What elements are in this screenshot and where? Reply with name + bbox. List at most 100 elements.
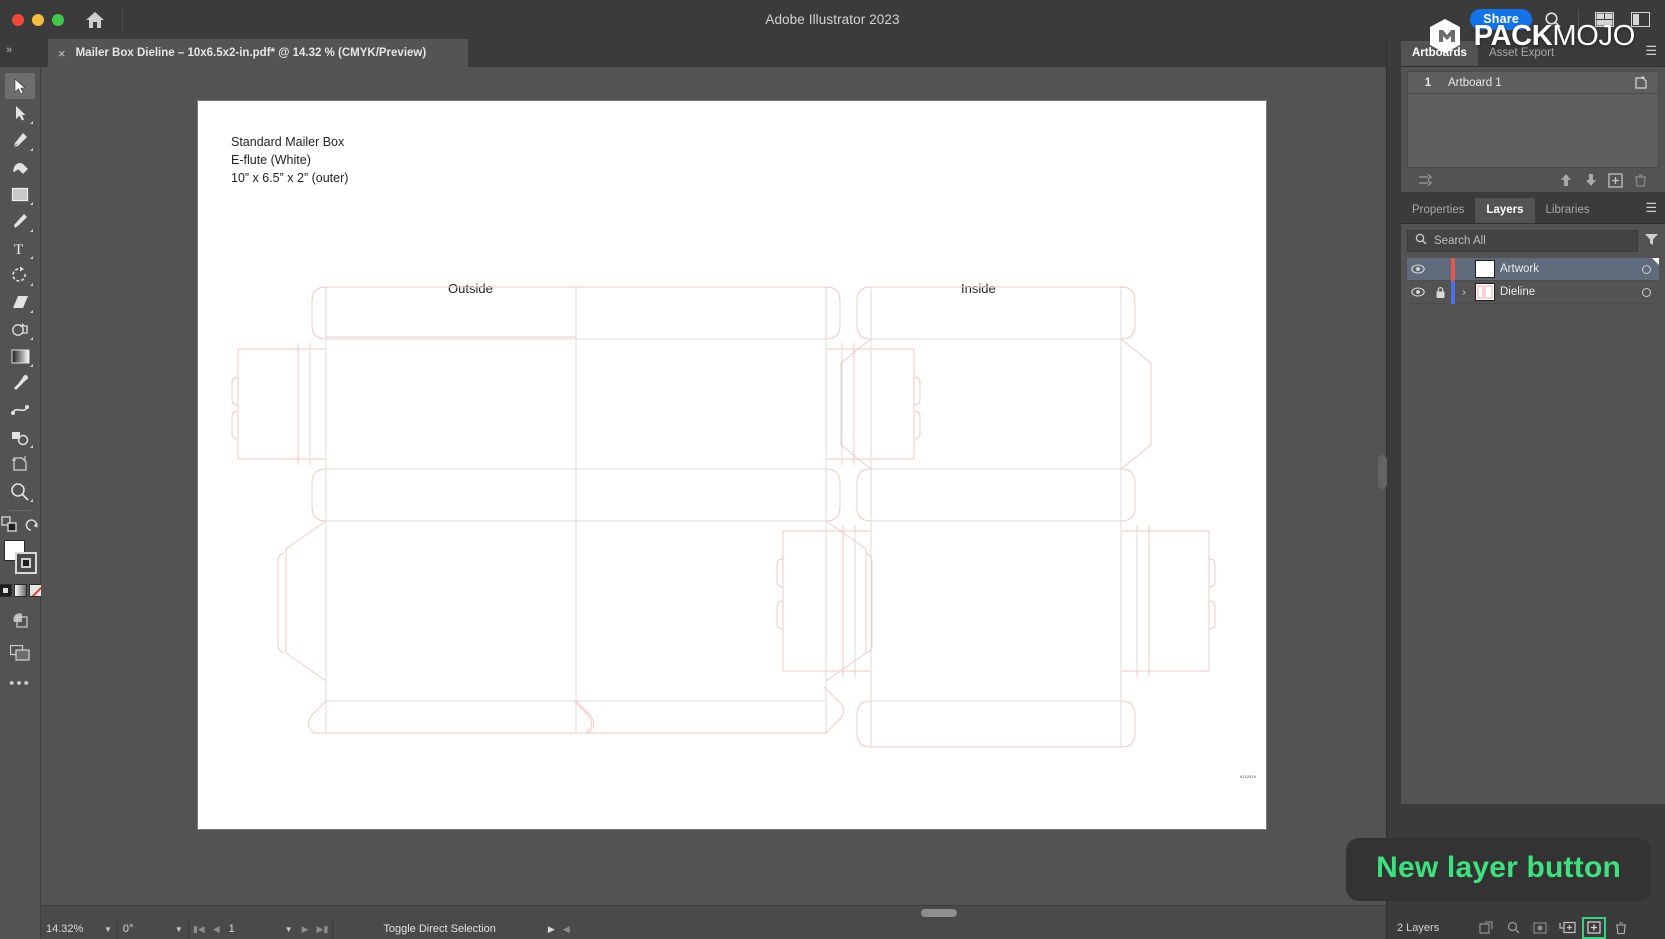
tab-layers[interactable]: Layers (1475, 198, 1535, 223)
screen-mode-icon[interactable] (5, 640, 35, 666)
layer-thumbnail (1475, 283, 1495, 301)
zoom-level-value[interactable]: 14.32% (41, 919, 99, 939)
arrange-documents-icon[interactable] (1589, 5, 1619, 35)
callout-text: New layer button (1376, 851, 1621, 884)
visibility-toggle-icon[interactable] (1407, 264, 1429, 274)
tab-libraries[interactable]: Libraries (1535, 198, 1601, 223)
curvature-tool[interactable] (5, 154, 35, 180)
previous-artboard-icon[interactable]: ◀ (209, 919, 224, 939)
rotate-tool[interactable] (5, 262, 35, 288)
panel-menu-icon[interactable]: ☰ (1645, 43, 1657, 59)
toolbar-divider (9, 510, 31, 511)
move-down-icon[interactable] (1578, 169, 1603, 191)
color-mode-buttons[interactable] (0, 584, 42, 597)
stroke-swatch[interactable] (15, 552, 37, 574)
filter-icon[interactable] (1644, 232, 1659, 251)
paintbrush-tool[interactable] (5, 208, 35, 234)
pen-tool[interactable] (5, 127, 35, 153)
close-icon[interactable]: × (58, 46, 66, 61)
delete-artboard-icon[interactable] (1628, 169, 1653, 191)
tab-asset-export[interactable]: Asset Export (1478, 41, 1565, 66)
delete-selection-icon[interactable] (1610, 918, 1632, 938)
drawing-mode-icon[interactable] (5, 607, 35, 633)
color-mode-none[interactable] (28, 584, 42, 597)
panel-menu-icon[interactable]: ☰ (1645, 200, 1657, 216)
rectangle-tool[interactable] (5, 181, 35, 207)
panel-collapse-handle[interactable] (1378, 455, 1387, 489)
artboard-canvas[interactable]: Standard Mailer Box E-flute (White) 10” … (198, 101, 1266, 829)
status-prev-icon[interactable]: ◀ (559, 919, 574, 939)
title-bar: Adobe Illustrator 2023 Share (0, 0, 1665, 39)
selection-tool[interactable] (5, 73, 35, 99)
create-new-layer-icon[interactable] (1582, 916, 1606, 939)
next-artboard-icon[interactable]: ▶ (298, 919, 313, 939)
blend-tool[interactable] (5, 397, 35, 423)
gradient-tool[interactable] (5, 343, 35, 369)
zoom-tool[interactable] (5, 478, 35, 504)
layers-panel-body: Artwork › Dieline (1401, 224, 1665, 804)
new-artboard-icon[interactable] (1624, 75, 1658, 90)
layer-row-artwork[interactable]: Artwork (1407, 257, 1659, 281)
last-artboard-icon[interactable]: ▶▮ (312, 919, 332, 939)
artboard-index: 1 (1424, 76, 1432, 89)
color-mode-solid[interactable] (0, 584, 12, 597)
tools-panel: T ••• (0, 67, 42, 939)
svg-text:T: T (14, 242, 23, 257)
shape-builder-tool[interactable] (5, 316, 35, 342)
artboards-panel-body: 1 Artboard 1 (1401, 67, 1665, 192)
target-ring-icon[interactable] (1633, 287, 1659, 297)
right-panel-column: ▼ › Artboards Asset Export ☰ 1 Artboard … (1386, 39, 1665, 939)
rotation-value[interactable]: 0° (118, 919, 170, 939)
make-clipping-mask-icon[interactable] (1529, 918, 1551, 938)
expand-layer-icon[interactable]: › (1455, 287, 1473, 298)
canvas-horizontal-scrollbar[interactable] (41, 905, 1386, 919)
eyedropper-tool[interactable] (5, 370, 35, 396)
eraser-tool[interactable] (5, 289, 35, 315)
lock-icon[interactable] (1429, 286, 1451, 299)
new-artboard-icon[interactable] (1603, 169, 1628, 191)
status-text: Toggle Direct Selection (383, 923, 496, 935)
search-icon[interactable] (1538, 5, 1568, 35)
tab-artboards[interactable]: Artboards (1401, 41, 1478, 66)
move-up-icon[interactable] (1553, 169, 1578, 191)
artboard-dropdown-icon[interactable]: ▼ (280, 919, 298, 939)
layer-name[interactable]: Dieline (1500, 286, 1633, 298)
search-input-wrapper[interactable] (1407, 230, 1638, 252)
more-tools-button[interactable]: ••• (9, 675, 31, 692)
move-reorder-artboard-icon[interactable] (1413, 169, 1438, 191)
rotation-dropdown-icon[interactable]: ▼ (170, 919, 188, 939)
document-tab[interactable]: × Mailer Box Dieline – 10x6.5x2-in.pdf* … (48, 39, 468, 67)
artboard-list-item[interactable]: 1 Artboard 1 (1407, 71, 1659, 94)
direct-selection-tool[interactable] (5, 100, 35, 126)
type-tool[interactable]: T (5, 235, 35, 261)
target-ring-icon[interactable] (1633, 264, 1659, 274)
canvas-area[interactable]: Standard Mailer Box E-flute (White) 10” … (41, 67, 1386, 919)
layer-name[interactable]: Artwork (1500, 263, 1633, 275)
release-to-layers-icon[interactable] (1475, 918, 1497, 938)
default-fill-stroke-icon[interactable] (24, 517, 39, 537)
search-input[interactable] (1434, 235, 1630, 247)
layers-empty-area (1407, 304, 1659, 804)
layer-thumbnail (1475, 260, 1495, 278)
workspace-switcher-icon[interactable] (1625, 5, 1655, 35)
horizontal-scroll-thumb[interactable] (921, 909, 957, 917)
artboard-name[interactable]: Artboard 1 (1448, 77, 1624, 89)
right-panel-collapse-strip[interactable]: ▼ › (1387, 78, 1401, 939)
artboard-number-value[interactable]: 1 (224, 919, 280, 939)
symbol-sprayer-tool[interactable] (5, 424, 35, 450)
create-new-sublayer-icon[interactable] (1556, 918, 1578, 938)
layer-row-dieline[interactable]: › Dieline (1407, 280, 1659, 304)
artboard-tool[interactable] (5, 451, 35, 477)
first-artboard-icon[interactable]: ▮◀ (189, 919, 209, 939)
fill-stroke-swatches[interactable] (3, 540, 37, 578)
status-next-icon[interactable]: ▶ (544, 919, 559, 939)
visibility-toggle-icon[interactable] (1407, 287, 1429, 297)
color-mode-gradient[interactable] (13, 584, 27, 597)
swap-fill-stroke-icon[interactable] (1, 516, 18, 538)
tab-properties[interactable]: Properties (1401, 198, 1475, 223)
locate-object-icon[interactable] (1502, 918, 1524, 938)
panel-expand-icon[interactable]: » (6, 44, 12, 56)
layers-search-row (1407, 230, 1659, 252)
zoom-dropdown-icon[interactable]: ▼ (99, 919, 117, 939)
share-button[interactable]: Share (1470, 9, 1532, 30)
